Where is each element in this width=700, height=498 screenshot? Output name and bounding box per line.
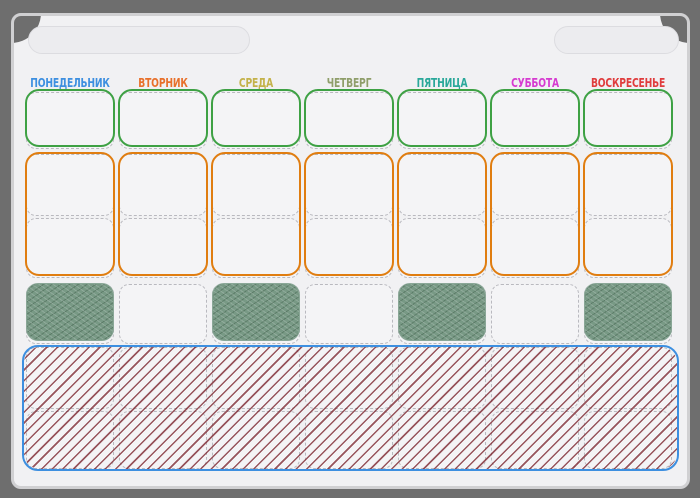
day-header-1: ПОНЕДЕЛЬНИК xyxy=(30,76,110,90)
green-hatched-cell xyxy=(398,283,486,341)
green-hatched-cell xyxy=(584,283,672,341)
day-header-4: ЧЕТВЕРГ xyxy=(326,76,372,90)
weekly-planner-board: ПОНЕДЕЛЬНИК ВТОРНИК СРЕДА ЧЕТВЕРГ ПЯТНИЦА СУБ… xyxy=(11,13,690,489)
green-outline-box xyxy=(304,89,394,147)
green-hatched-cell xyxy=(26,283,114,341)
orange-outline-box xyxy=(25,152,115,276)
planner-cell[interactable] xyxy=(119,284,207,344)
green-outline-box xyxy=(25,89,115,147)
day-header-2: ВТОРНИК xyxy=(138,76,188,90)
orange-outline-box xyxy=(397,152,487,276)
day-header-5: ПЯТНИЦА xyxy=(416,76,468,90)
planner-cell[interactable] xyxy=(305,284,393,344)
orange-outline-box xyxy=(118,152,208,276)
green-outline-box xyxy=(118,89,208,147)
orange-outline-box xyxy=(490,152,580,276)
day-header-3: СРЕДА xyxy=(238,76,274,90)
green-outline-box xyxy=(490,89,580,147)
header-blank-field-right[interactable] xyxy=(554,26,679,54)
orange-outline-box xyxy=(304,152,394,276)
green-outline-box xyxy=(211,89,301,147)
header-blank-field-left[interactable] xyxy=(28,26,250,54)
day-header-6: СУББОТА xyxy=(511,76,559,90)
green-outline-box xyxy=(583,89,673,147)
green-outline-box xyxy=(397,89,487,147)
orange-outline-box xyxy=(211,152,301,276)
planner-cell[interactable] xyxy=(491,284,579,344)
blue-outline-box xyxy=(22,345,679,471)
green-hatched-cell xyxy=(212,283,300,341)
orange-outline-box xyxy=(583,152,673,276)
day-header-7: ВОСКРЕСЕНЬЕ xyxy=(590,76,666,90)
